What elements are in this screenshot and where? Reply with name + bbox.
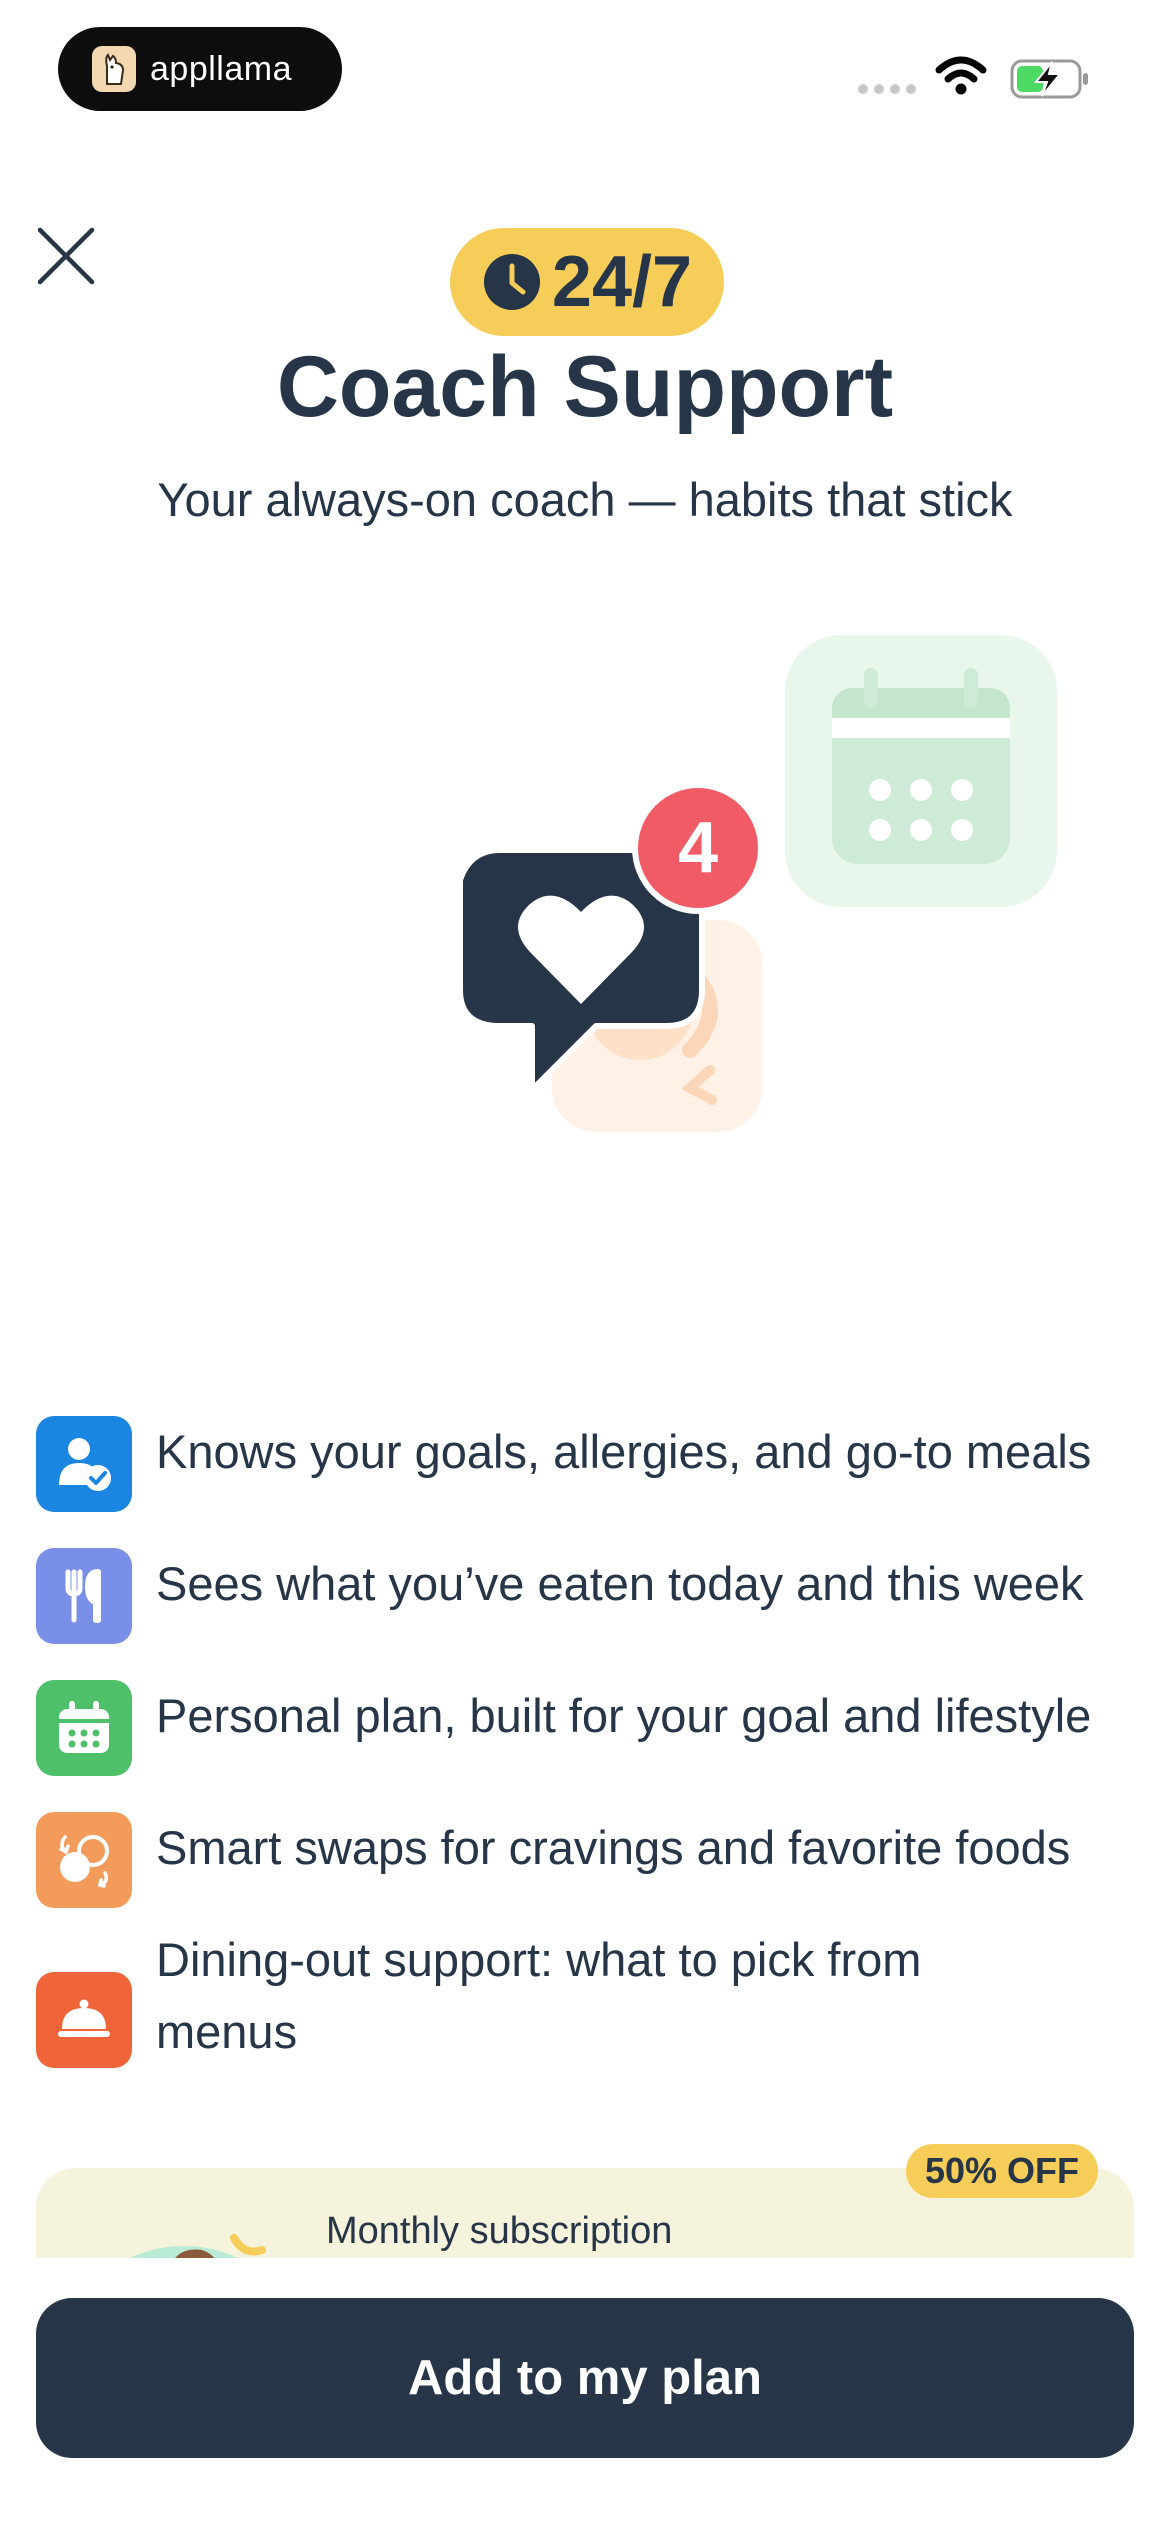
brand-pill[interactable]: appllama [58,27,342,111]
feature-label: Dining-out support: what to pick from me… [156,1933,922,2058]
battery-charging-icon [1010,58,1090,105]
badge-text: 24/7 [551,242,693,322]
coach-illustration: 4 [440,630,1080,1150]
feature-label: Smart swaps for cravings and favorite fo… [156,1821,1071,1874]
close-icon [37,227,95,285]
subscription-label: Monthly subscription [326,2210,673,2252]
availability-badge: 24/7 [450,228,724,336]
page-subtitle: Your always-on coach — habits that stick [157,473,1013,526]
calendar-icon [36,1680,132,1776]
feature-item-dining: Dining-out support: what to pick from me… [36,1924,1146,2068]
clock-icon [483,254,540,310]
status-bar: appllama [0,0,1170,140]
close-button[interactable] [30,220,102,292]
llama-logo-icon [92,46,136,92]
coach-avatar [84,2226,274,2258]
feature-item-swaps: Smart swaps for cravings and favorite fo… [36,1812,1146,1908]
cloche-icon [36,1972,132,2068]
feature-item-eaten: Sees what you’ve eaten today and this we… [36,1548,1146,1644]
brand-name: appllama [150,49,292,88]
fork-knife-icon [36,1548,132,1644]
feature-label: Personal plan, built for your goal and l… [156,1689,1092,1742]
feature-item-plan: Personal plan, built for your goal and l… [36,1680,1146,1776]
discount-badge: 50% OFF [906,2144,1098,2198]
swap-icon [36,1812,132,1908]
page-title: Coach Support [276,339,894,435]
calendar-tile-icon [785,635,1057,907]
wifi-icon [935,56,987,101]
cellular-signal-icon [858,84,916,94]
feature-label: Sees what you’ve eaten today and this we… [156,1557,1084,1610]
person-check-icon [36,1416,132,1512]
notification-count: 4 [678,808,718,888]
feature-item-goals: Knows your goals, allergies, and go-to m… [36,1416,1146,1512]
add-to-plan-button[interactable]: Add to my plan [36,2298,1134,2458]
feature-label: Knows your goals, allergies, and go-to m… [156,1425,1092,1478]
